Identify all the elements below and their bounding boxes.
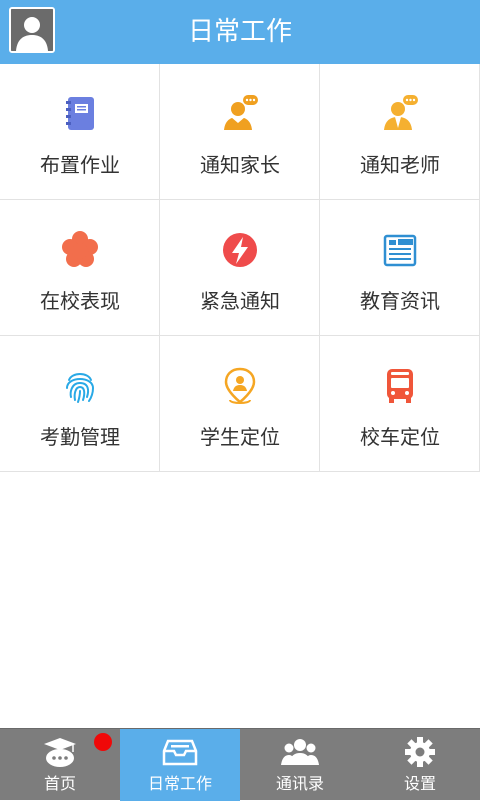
grid-item-label: 教育资讯 [360, 289, 440, 313]
grid-item-label: 布置作业 [40, 153, 120, 177]
grid-item-student-location[interactable]: 学生定位 [160, 336, 320, 472]
grid-item-label: 在校表现 [40, 289, 120, 313]
contacts-icon [280, 735, 320, 769]
tab-daily-work[interactable]: 日常工作 [120, 729, 240, 801]
newspaper-icon [378, 228, 422, 272]
grid-item-education-news[interactable]: 教育资讯 [320, 200, 480, 336]
flower-icon [58, 228, 102, 272]
grid-item-notify-parents[interactable]: 通知家长 [160, 64, 320, 200]
tab-label: 通讯录 [275, 774, 324, 793]
tray-icon [160, 735, 200, 769]
grid-item-bus-location[interactable]: 校车定位 [320, 336, 480, 472]
grid-item-notify-teachers[interactable]: 通知老师 [320, 64, 480, 200]
grid-item-assign-homework[interactable]: 布置作业 [0, 64, 160, 200]
tab-label: 首页 [43, 774, 76, 793]
notebook-icon [58, 92, 102, 136]
parent-chat-icon [218, 92, 262, 136]
tab-label: 设置 [403, 774, 436, 793]
grid-item-label: 通知老师 [360, 153, 440, 177]
grid-item-attendance[interactable]: 考勤管理 [0, 336, 160, 472]
tab-settings[interactable]: 设置 [360, 729, 480, 801]
grid-item-label: 学生定位 [200, 425, 280, 449]
bus-icon [378, 364, 422, 408]
grid-item-label: 紧急通知 [200, 289, 280, 313]
function-grid: 布置作业 通知家长 通知老师 在校表现 紧急通知 教育资讯 考勤管理 学生定位 … [0, 64, 480, 474]
grid-item-label: 考勤管理 [40, 425, 120, 449]
page-title: 日常工作 [187, 17, 292, 47]
tab-label: 日常工作 [147, 774, 212, 793]
grid-item-label: 通知家长 [200, 153, 280, 177]
graduation-cap-icon [40, 735, 80, 769]
location-pin-icon [218, 364, 262, 408]
notification-badge [94, 733, 112, 751]
grid-item-urgent-notice[interactable]: 紧急通知 [160, 200, 320, 336]
tab-home[interactable]: 首页 [0, 729, 120, 801]
header-bar: 日常工作 [0, 0, 480, 64]
bottom-tab-bar: 首页 日常工作 通讯录 设置 [0, 728, 480, 801]
lightning-icon [218, 228, 262, 272]
tab-contacts[interactable]: 通讯录 [240, 729, 360, 801]
grid-item-label: 校车定位 [360, 425, 440, 449]
fingerprint-icon [58, 364, 102, 408]
grid-item-school-performance[interactable]: 在校表现 [0, 200, 160, 336]
teacher-chat-icon [378, 92, 422, 136]
gear-icon [400, 735, 440, 769]
